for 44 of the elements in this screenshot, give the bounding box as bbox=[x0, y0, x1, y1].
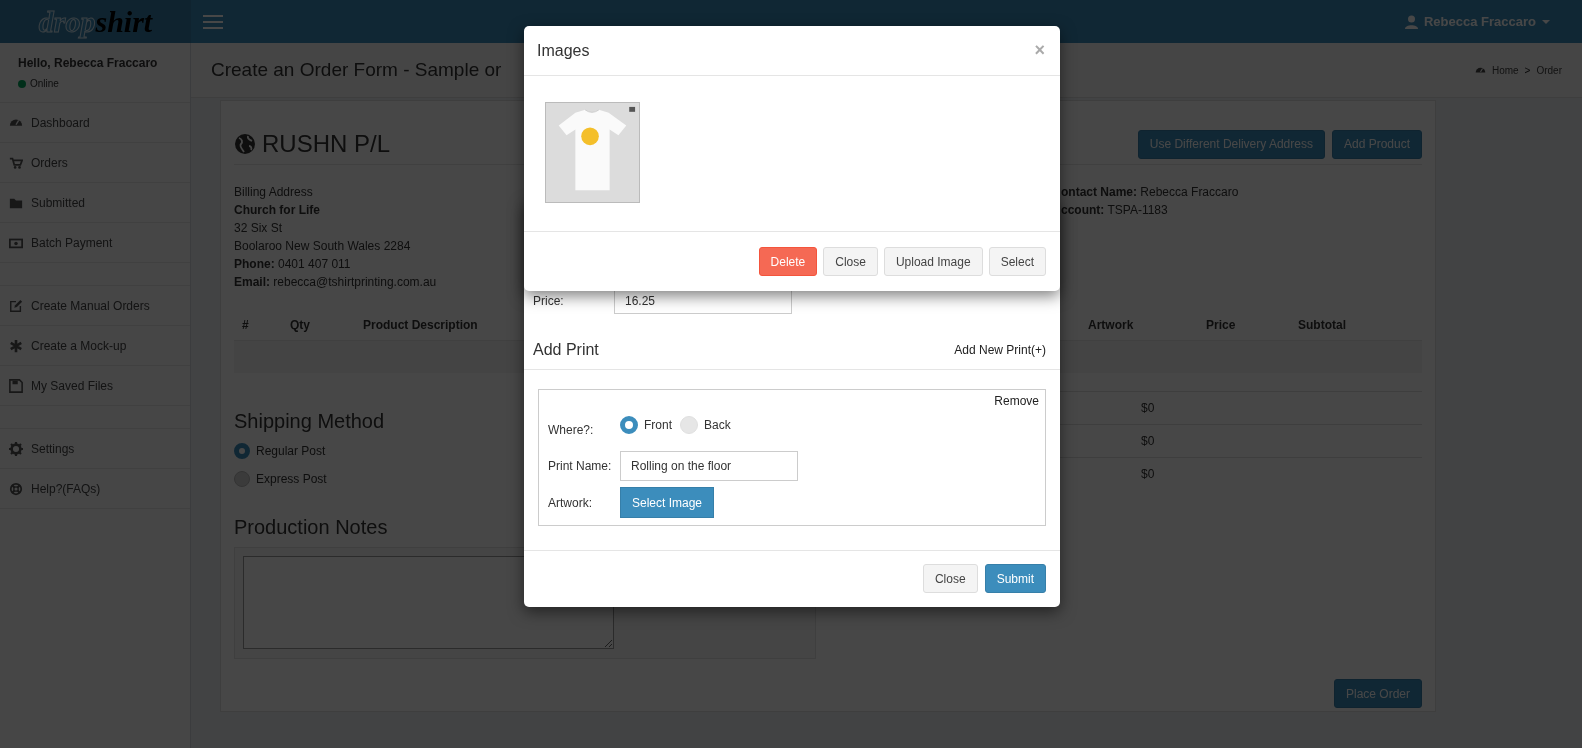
radio-label: Front bbox=[644, 418, 672, 432]
breadcrumb-separator: > bbox=[1524, 64, 1531, 76]
radio-label: Express Post bbox=[256, 472, 327, 486]
section-heading: Production Notes bbox=[234, 515, 388, 539]
dialog-button[interactable]: Upload Image bbox=[883, 247, 983, 276]
column-header: Price bbox=[1206, 317, 1236, 332]
section-heading: Add Print bbox=[533, 340, 599, 359]
greeting: Hello, Rebecca Fraccaro bbox=[18, 56, 159, 70]
table-cell: $0 bbox=[1141, 401, 1155, 415]
column-header: Product Description bbox=[363, 317, 478, 332]
dialog-button[interactable]: Close bbox=[823, 247, 878, 276]
field-label: Where?: bbox=[548, 422, 595, 437]
dialog-button[interactable]: Submit bbox=[984, 564, 1046, 593]
column-header: Subtotal bbox=[1298, 317, 1346, 332]
column-header: Artwork bbox=[1088, 317, 1134, 332]
close-button[interactable]: × bbox=[1034, 40, 1045, 61]
address-heading: Billing Address bbox=[234, 184, 313, 201]
column-header: # bbox=[242, 317, 249, 332]
dialog-title: Images bbox=[537, 41, 590, 60]
contact-detail: ontact Name: Rebecca Fraccaro bbox=[1061, 184, 1239, 201]
select-image-button[interactable]: Select Image bbox=[620, 487, 715, 518]
add-print-link[interactable]: Add New Print(+) bbox=[954, 342, 1046, 357]
dialog-button[interactable]: Close bbox=[922, 564, 978, 593]
print-name-field[interactable]: Rolling on the floor bbox=[620, 451, 798, 481]
column-header: Qty bbox=[290, 317, 310, 332]
field-label: Print Name: bbox=[548, 459, 613, 473]
radio-label: Regular Post bbox=[256, 444, 326, 458]
contact-detail: Email: rebecca@tshirtprinting.com.au bbox=[234, 274, 437, 291]
field-label: Price: bbox=[533, 293, 565, 308]
contact-detail: Phone: 0401 407 011 bbox=[234, 256, 351, 273]
table-cell: $0 bbox=[1141, 467, 1155, 481]
remove-link[interactable]: Remove bbox=[994, 394, 1039, 408]
table-cell: $0 bbox=[1141, 434, 1155, 448]
dialog-button[interactable]: Delete bbox=[758, 247, 818, 276]
address-line: Boolaroo New South Wales 2284 bbox=[234, 238, 411, 255]
dialog-button[interactable]: Select bbox=[988, 247, 1046, 276]
radio-button[interactable] bbox=[620, 416, 638, 434]
field-label: Artwork: bbox=[548, 495, 593, 510]
section-heading: Shipping Method bbox=[234, 409, 385, 433]
billing-name: Church for Life bbox=[234, 202, 320, 219]
radio-label: Back bbox=[704, 418, 731, 432]
address-line: 32 Six St bbox=[234, 220, 283, 237]
contact-detail: ccount: TSPA-1183 bbox=[1061, 202, 1168, 219]
company-name: RUSHN P/L bbox=[262, 130, 391, 158]
